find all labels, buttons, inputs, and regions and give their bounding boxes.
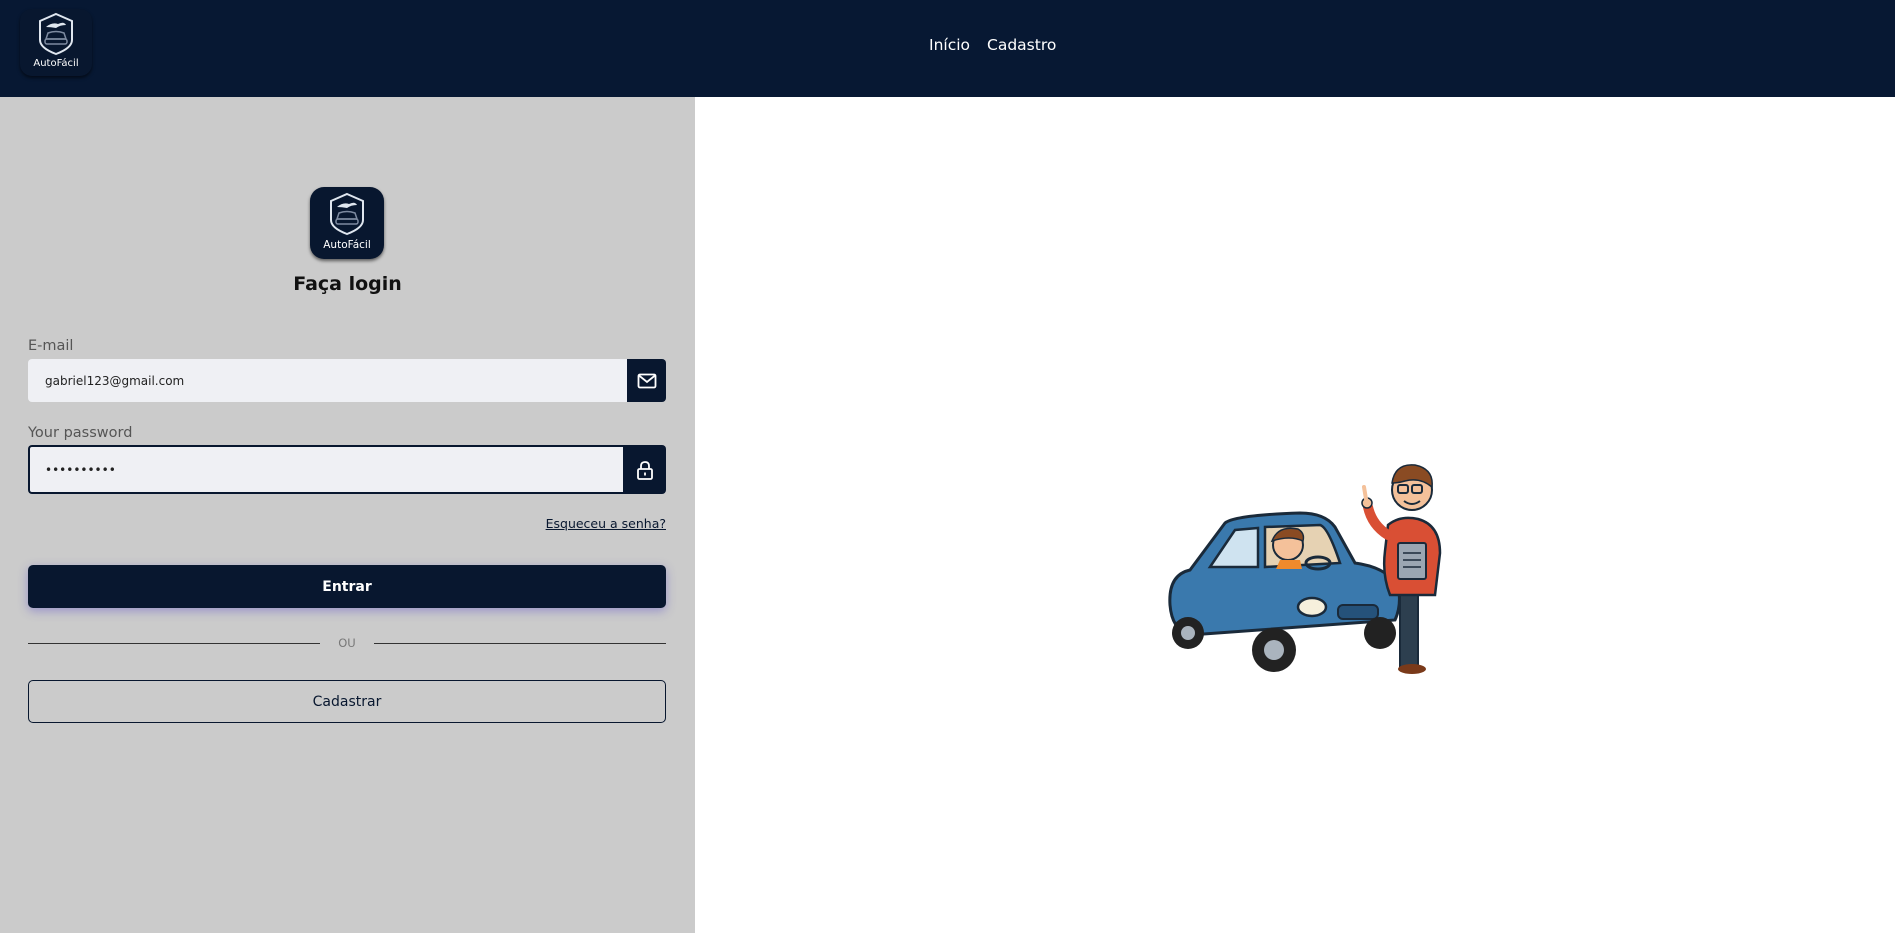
mail-icon [627,359,666,402]
lock-icon [623,445,666,494]
divider-left [28,643,320,644]
email-field[interactable] [28,359,627,402]
login-button[interactable]: Entrar [28,565,666,608]
nav-link-inicio[interactable]: Início [929,36,970,54]
password-field[interactable] [28,445,623,494]
login-logo: AutoFácil [310,187,384,259]
top-navbar: AutoFácil Início Cadastro [0,0,1895,97]
car-logo-icon [39,12,73,56]
email-field-group [28,359,666,402]
driving-instructor-illustration [1150,455,1450,689]
brand-logo[interactable]: AutoFácil [20,9,92,76]
email-label: E-mail [28,338,74,354]
car-logo-icon [330,192,364,236]
nav-link-cadastro[interactable]: Cadastro [987,36,1056,54]
login-logo-name: AutoFácil [323,239,371,251]
login-panel: AutoFácil Faça login E-mail Your passwor… [0,97,695,933]
register-button[interactable]: Cadastrar [28,680,666,723]
password-label: Your password [28,425,133,441]
forgot-password-link[interactable]: Esqueceu a senha? [546,516,666,531]
page-title: Faça login [293,273,402,295]
divider-right [374,643,666,644]
main-nav: Início Cadastro [929,36,1056,54]
divider-label: OU [338,636,356,650]
brand-name: AutoFácil [33,58,79,69]
password-field-group [28,445,666,494]
